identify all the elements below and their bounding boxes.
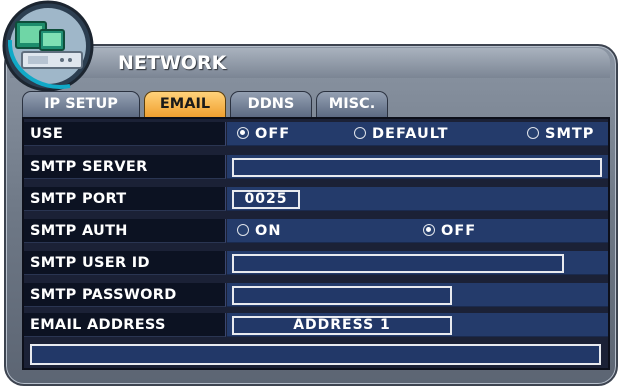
radio-unselected-icon (354, 127, 366, 139)
smtp-user-id-label: SMTP USER ID (24, 251, 226, 275)
network-dvr-logo-icon (2, 0, 94, 92)
smtp-server-label: SMTP SERVER (24, 155, 226, 179)
use-radio-smtp-label: SMTP (545, 126, 595, 142)
smtp-port-field[interactable]: 0025 (232, 190, 300, 209)
use-radio-default[interactable]: DEFAULT (354, 126, 448, 142)
use-radio-off-label: OFF (255, 126, 291, 142)
use-options: OFF DEFAULT SMTP (227, 122, 608, 146)
smtp-password-field[interactable] (232, 286, 452, 305)
smtp-password-label: SMTP PASSWORD (24, 283, 226, 307)
tab-misc[interactable]: MISC. (316, 91, 388, 117)
email-address-label: EMAIL ADDRESS (24, 313, 226, 337)
status-bar (30, 344, 601, 365)
row-smtp-auth: SMTP AUTH ON OFF (24, 219, 608, 243)
use-radio-smtp[interactable]: SMTP (527, 126, 594, 142)
use-radio-default-label: DEFAULT (372, 126, 449, 142)
row-smtp-user-id: SMTP USER ID (24, 251, 608, 275)
row-smtp-port: SMTP PORT 0025 (24, 187, 608, 211)
use-radio-off[interactable]: OFF (237, 126, 290, 142)
smtp-password-cell (227, 283, 608, 307)
smtp-user-id-field[interactable] (232, 254, 564, 273)
email-address-button[interactable]: ADDRESS 1 (232, 316, 452, 335)
smtp-server-cell (227, 155, 608, 179)
smtp-auth-radio-on[interactable]: ON (237, 223, 281, 239)
row-use: USE OFF DEFAULT SMTP (24, 122, 608, 146)
use-label: USE (24, 122, 226, 146)
smtp-auth-label: SMTP AUTH (24, 219, 226, 243)
row-smtp-server: SMTP SERVER (24, 155, 608, 179)
row-smtp-password: SMTP PASSWORD (24, 283, 608, 307)
tab-ip-setup[interactable]: IP SETUP (22, 91, 140, 117)
radio-selected-icon (423, 224, 435, 236)
smtp-auth-radio-off-label: OFF (441, 223, 477, 239)
smtp-auth-cell: ON OFF (227, 219, 608, 243)
window-title: NETWORK (118, 52, 227, 74)
smtp-auth-radio-off[interactable]: OFF (423, 223, 476, 239)
radio-unselected-icon (237, 224, 249, 236)
email-address-cell: ADDRESS 1 (227, 313, 608, 337)
smtp-auth-radio-on-label: ON (255, 223, 282, 239)
smtp-server-field[interactable] (232, 158, 602, 177)
smtp-user-id-cell (227, 251, 608, 275)
tab-email[interactable]: EMAIL (144, 91, 226, 117)
tab-ddns[interactable]: DDNS (230, 91, 312, 117)
smtp-port-cell: 0025 (227, 187, 608, 211)
row-email-address: EMAIL ADDRESS ADDRESS 1 (24, 313, 608, 337)
smtp-port-label: SMTP PORT (24, 187, 226, 211)
radio-unselected-icon (527, 127, 539, 139)
radio-selected-icon (237, 127, 249, 139)
